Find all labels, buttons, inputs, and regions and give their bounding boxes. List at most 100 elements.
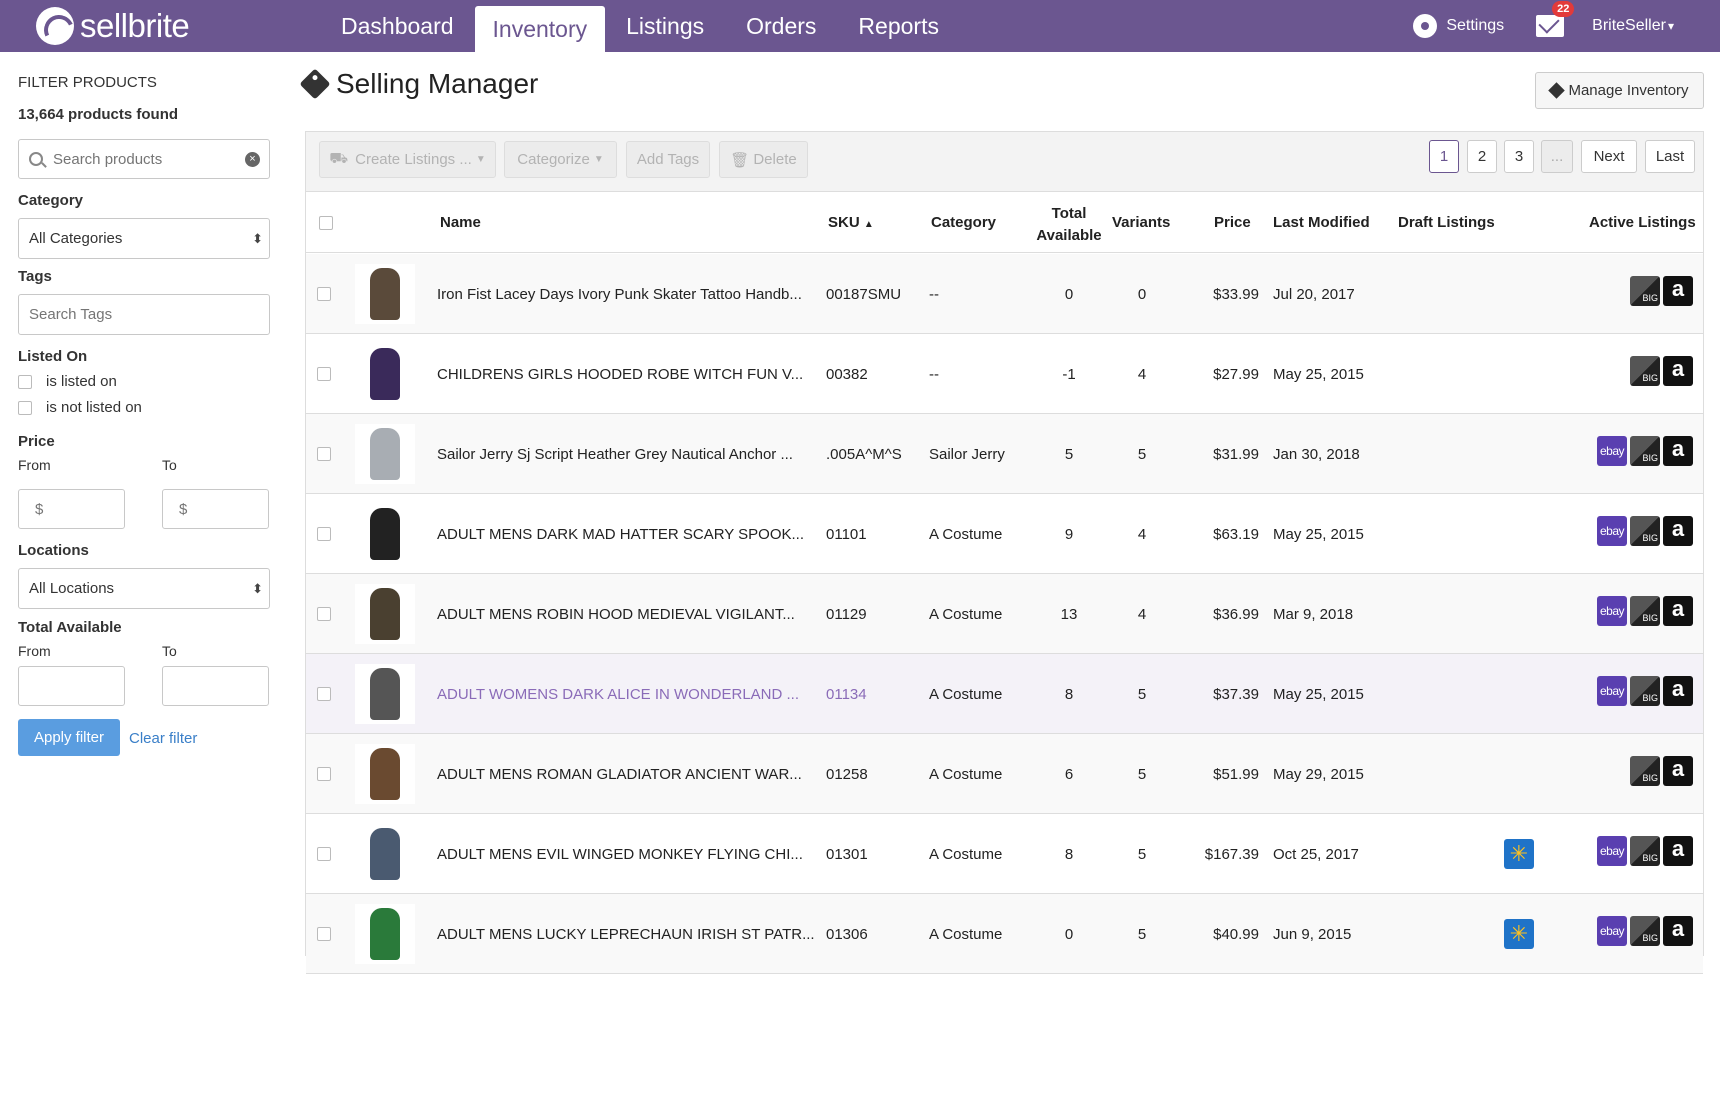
product-thumbnail[interactable]	[355, 344, 415, 404]
bigcommerce-listing-icon[interactable]: BIG	[1630, 436, 1660, 466]
price-to-input[interactable]	[179, 500, 259, 518]
search-tags-input[interactable]	[29, 306, 209, 323]
col-sku[interactable]: SKU ▲	[828, 214, 874, 231]
product-sku[interactable]: .005A^M^S	[826, 414, 902, 494]
col-draft-listings[interactable]: Draft Listings	[1398, 214, 1495, 231]
amazon-listing-icon[interactable]: a	[1663, 836, 1693, 866]
bigcommerce-listing-icon[interactable]: BIG	[1630, 836, 1660, 866]
is-listed-on-checkbox[interactable]	[18, 374, 32, 389]
add-tags-button[interactable]: Add Tags	[626, 141, 710, 178]
price-to-field[interactable]	[162, 489, 269, 529]
amazon-listing-icon[interactable]: a	[1663, 436, 1693, 466]
clear-search-icon[interactable]: ×	[245, 152, 260, 167]
apply-filter-button[interactable]: Apply filter	[18, 719, 120, 756]
table-row[interactable]: CHILDRENS GIRLS HOODED ROBE WITCH FUN V.…	[306, 334, 1703, 414]
next-page-button[interactable]: Next	[1581, 140, 1637, 173]
col-price[interactable]: Price	[1214, 214, 1251, 231]
ebay-listing-icon[interactable]: ebay	[1597, 436, 1627, 466]
is-not-listed-on-option[interactable]: is not listed on	[18, 399, 142, 416]
amazon-listing-icon[interactable]: a	[1663, 916, 1693, 946]
bigcommerce-listing-icon[interactable]: BIG	[1630, 676, 1660, 706]
amazon-listing-icon[interactable]: a	[1663, 356, 1693, 386]
tags-field[interactable]	[18, 294, 270, 335]
amazon-listing-icon[interactable]: a	[1663, 276, 1693, 306]
product-name[interactable]: CHILDRENS GIRLS HOODED ROBE WITCH FUN V.…	[437, 334, 803, 414]
table-row[interactable]: ADULT MENS ROMAN GLADIATOR ANCIENT WAR..…	[306, 734, 1703, 814]
product-name[interactable]: Iron Fist Lacey Days Ivory Punk Skater T…	[437, 254, 802, 334]
page-3-button[interactable]: 3	[1504, 140, 1534, 173]
col-name[interactable]: Name	[440, 214, 481, 231]
col-variants[interactable]: Variants	[1112, 214, 1170, 231]
product-thumbnail[interactable]	[355, 744, 415, 804]
product-name[interactable]: ADULT WOMENS DARK ALICE IN WONDERLAND ..…	[437, 654, 799, 734]
nav-inventory[interactable]: Inventory	[474, 6, 606, 52]
total-from-input[interactable]	[35, 677, 115, 695]
col-last-modified[interactable]: Last Modified	[1273, 214, 1370, 231]
nav-reports[interactable]: Reports	[837, 0, 960, 52]
product-name[interactable]: ADULT MENS LUCKY LEPRECHAUN IRISH ST PAT…	[437, 894, 815, 974]
walmart-draft-icon[interactable]: ✳	[1504, 839, 1534, 869]
nav-dashboard[interactable]: Dashboard	[320, 0, 475, 52]
product-thumbnail[interactable]	[355, 824, 415, 884]
total-to-field[interactable]	[162, 666, 269, 706]
manage-inventory-button[interactable]: Manage Inventory	[1535, 72, 1704, 109]
category-select[interactable]: All Categories	[18, 218, 270, 259]
bigcommerce-listing-icon[interactable]: BIG	[1630, 916, 1660, 946]
row-checkbox[interactable]	[317, 447, 331, 461]
amazon-listing-icon[interactable]: a	[1663, 516, 1693, 546]
search-products-field[interactable]: ×	[18, 139, 270, 179]
page-1-button[interactable]: 1	[1429, 140, 1459, 173]
price-from-field[interactable]	[18, 489, 125, 529]
product-sku[interactable]: 01134	[826, 654, 867, 734]
product-thumbnail[interactable]	[355, 264, 415, 324]
is-listed-on-option[interactable]: is listed on	[18, 373, 117, 390]
bigcommerce-listing-icon[interactable]: BIG	[1630, 756, 1660, 786]
col-category[interactable]: Category	[931, 214, 996, 231]
product-name[interactable]: ADULT MENS EVIL WINGED MONKEY FLYING CHI…	[437, 814, 803, 894]
settings-button[interactable]: Settings	[1413, 14, 1504, 38]
ebay-listing-icon[interactable]: ebay	[1597, 596, 1627, 626]
search-products-input[interactable]	[53, 150, 233, 168]
product-name[interactable]: ADULT MENS ROMAN GLADIATOR ANCIENT WAR..…	[437, 734, 802, 814]
total-to-input[interactable]	[179, 677, 259, 695]
product-thumbnail[interactable]	[355, 904, 415, 964]
ebay-listing-icon[interactable]: ebay	[1597, 916, 1627, 946]
nav-orders[interactable]: Orders	[725, 0, 837, 52]
row-checkbox[interactable]	[317, 367, 331, 381]
product-sku[interactable]: 01101	[826, 494, 867, 574]
amazon-listing-icon[interactable]: a	[1663, 596, 1693, 626]
product-thumbnail[interactable]	[355, 504, 415, 564]
total-from-field[interactable]	[18, 666, 125, 706]
ebay-listing-icon[interactable]: ebay	[1597, 676, 1627, 706]
product-sku[interactable]: 01306	[826, 894, 868, 974]
product-sku[interactable]: 00382	[826, 334, 868, 414]
col-total-available[interactable]: Total Available	[1034, 203, 1104, 247]
clear-filter-link[interactable]: Clear filter	[129, 730, 197, 747]
table-row[interactable]: ADULT MENS EVIL WINGED MONKEY FLYING CHI…	[306, 814, 1703, 894]
row-checkbox[interactable]	[317, 767, 331, 781]
price-from-input[interactable]	[35, 500, 115, 518]
product-thumbnail[interactable]	[355, 664, 415, 724]
row-checkbox[interactable]	[317, 927, 331, 941]
user-menu[interactable]: BriteSeller	[1592, 17, 1674, 35]
product-name[interactable]: Sailor Jerry Sj Script Heather Grey Naut…	[437, 414, 793, 494]
mail-icon[interactable]: 22	[1536, 1, 1575, 37]
row-checkbox[interactable]	[317, 607, 331, 621]
col-active-listings[interactable]: Active Listings	[1589, 214, 1696, 231]
categorize-button[interactable]: Categorize ▼	[504, 141, 617, 178]
is-not-listed-on-checkbox[interactable]	[18, 400, 32, 415]
last-page-button[interactable]: Last	[1645, 140, 1695, 173]
table-row[interactable]: ADULT MENS LUCKY LEPRECHAUN IRISH ST PAT…	[306, 894, 1703, 974]
create-listings-button[interactable]: ⛟ Create Listings ... ▼	[319, 141, 496, 178]
product-name[interactable]: ADULT MENS ROBIN HOOD MEDIEVAL VIGILANT.…	[437, 574, 795, 654]
amazon-listing-icon[interactable]: a	[1663, 756, 1693, 786]
bigcommerce-listing-icon[interactable]: BIG	[1630, 276, 1660, 306]
nav-listings[interactable]: Listings	[605, 0, 725, 52]
row-checkbox[interactable]	[317, 287, 331, 301]
sellbrite-logo[interactable]: sellbrite	[36, 4, 190, 48]
bigcommerce-listing-icon[interactable]: BIG	[1630, 596, 1660, 626]
table-row[interactable]: ADULT MENS ROBIN HOOD MEDIEVAL VIGILANT.…	[306, 574, 1703, 654]
select-all-checkbox[interactable]	[319, 216, 333, 230]
table-row[interactable]: ADULT MENS DARK MAD HATTER SCARY SPOOK..…	[306, 494, 1703, 574]
bigcommerce-listing-icon[interactable]: BIG	[1630, 356, 1660, 386]
